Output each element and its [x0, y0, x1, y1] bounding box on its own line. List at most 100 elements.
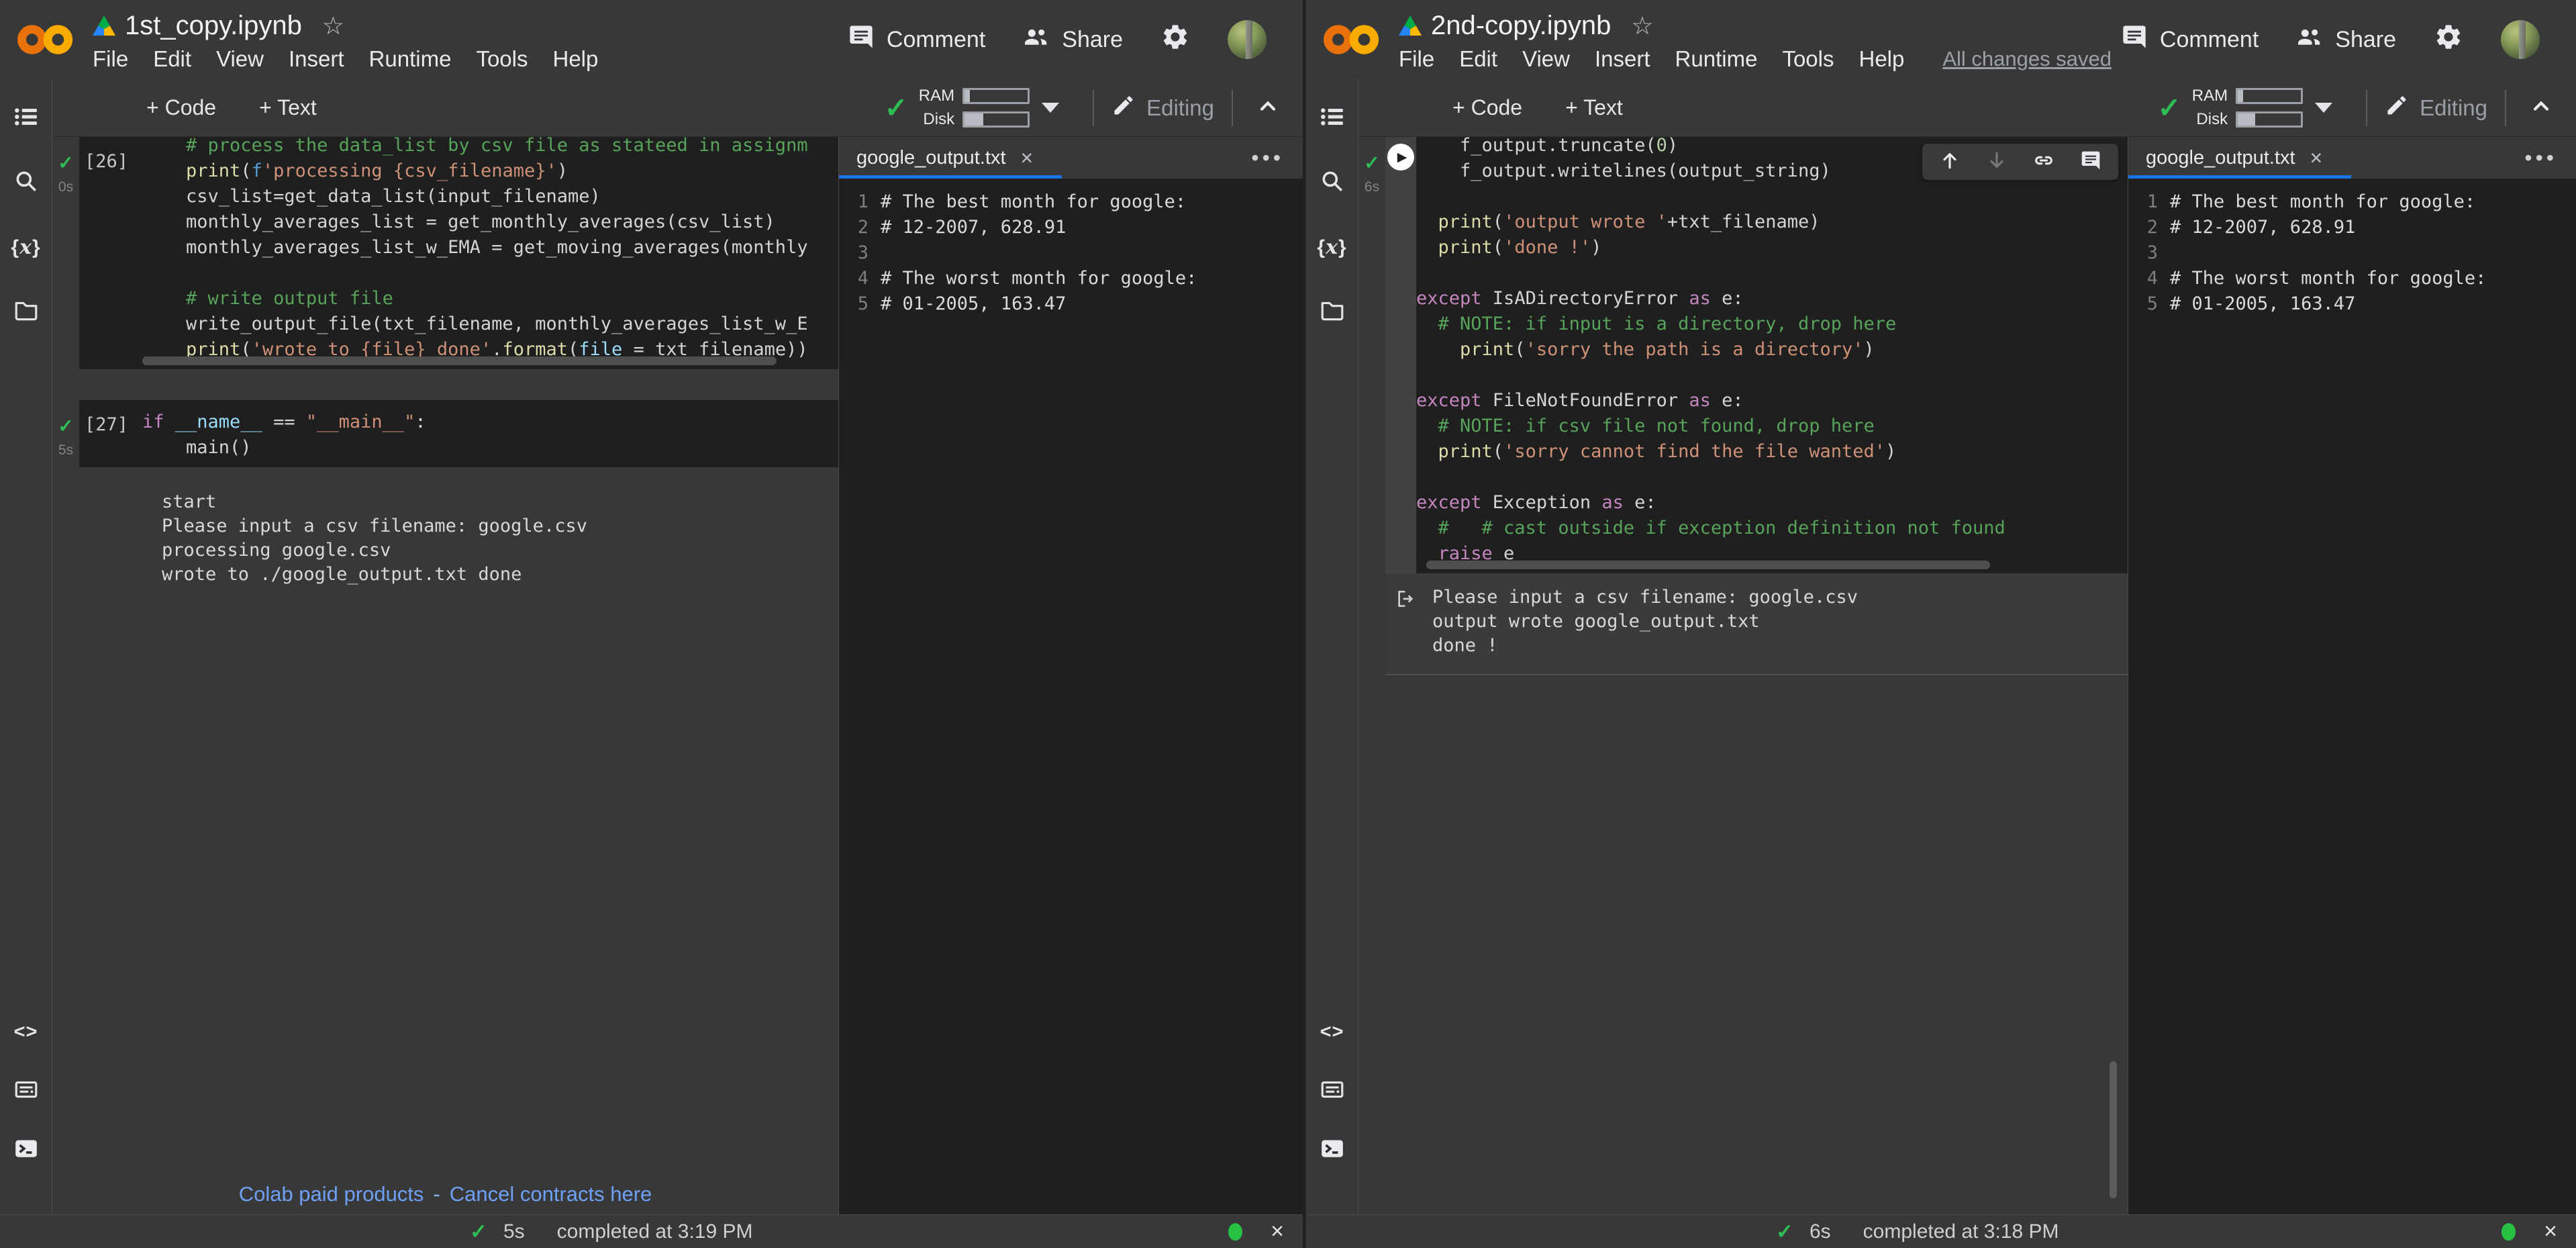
avatar[interactable]	[1228, 20, 1267, 59]
terminal-button[interactable]	[11, 1135, 41, 1165]
star-icon[interactable]: ☆	[322, 11, 344, 40]
menu-item-edit[interactable]: Edit	[153, 46, 191, 72]
notebook-scroll-area[interactable]: ✓0s[26] # process the data_list by csv f…	[52, 137, 838, 1214]
move-cell-down-button[interactable]	[1985, 150, 2008, 173]
editing-mode-button[interactable]: Editing	[2385, 93, 2487, 123]
panel-tab-close-icon[interactable]: ×	[1021, 146, 1034, 171]
variables-button[interactable]: {x}	[1318, 232, 1347, 262]
avatar[interactable]	[2501, 20, 2540, 59]
menu-item-insert[interactable]: Insert	[289, 46, 344, 72]
menu-item-view[interactable]: View	[1522, 46, 1570, 72]
line-number: 5	[2138, 291, 2158, 317]
add-text-button[interactable]: + Text	[1565, 95, 1623, 120]
copy-cell-link-button[interactable]	[2032, 150, 2055, 173]
code-line: # NOTE: if csv file not found, drop here	[1416, 414, 2128, 439]
saved-status[interactable]: All changes saved	[1942, 47, 2112, 71]
variables-button[interactable]: {x}	[11, 232, 41, 262]
resources-dropdown-caret[interactable]	[2315, 103, 2332, 113]
editing-mode-button[interactable]: Editing	[1111, 93, 1214, 123]
comment-button[interactable]: Comment	[848, 23, 985, 56]
cell-run-indicator[interactable]: ✓0s	[52, 137, 79, 369]
code-snippets-button[interactable]: <>	[1318, 1017, 1347, 1047]
cell-editor[interactable]: f_output.truncate(0) f_output.writelines…	[1416, 137, 2128, 573]
code-cell[interactable]: ▶ f_output.truncate(0) f_output.writelin…	[1385, 137, 2128, 573]
command-palette-icon	[13, 1077, 39, 1106]
file-content-editor[interactable]: 1# The best month for google:2# 12-2007,…	[2128, 179, 2576, 1214]
cancel-contracts-link[interactable]: Cancel contracts here	[450, 1182, 652, 1206]
file-content-editor[interactable]: 1# The best month for google:2# 12-2007,…	[839, 179, 1303, 1214]
files-button[interactable]	[11, 297, 41, 326]
notebook-footer: Colab paid products-Cancel contracts her…	[52, 1182, 838, 1206]
add-text-button[interactable]: + Text	[259, 95, 317, 120]
resources-button[interactable]: RAMDisk	[2192, 87, 2303, 129]
disk-meter-fill	[964, 113, 983, 126]
code-cell[interactable]: [27]if __name__ == "__main__": main()	[79, 400, 838, 467]
colab-logo-icon[interactable]	[15, 19, 77, 60]
colab-paid-products-link[interactable]: Colab paid products	[239, 1182, 424, 1206]
gear-icon	[2434, 22, 2463, 58]
editing-label: Editing	[1146, 95, 1214, 121]
comment-button[interactable]: Comment	[2121, 23, 2259, 56]
menu-item-file[interactable]: File	[93, 46, 128, 72]
line-text: # The best month for google:	[2170, 189, 2475, 215]
resources-button[interactable]: RAMDisk	[919, 87, 1030, 129]
share-button[interactable]: Share	[2296, 23, 2396, 56]
move-cell-up-button[interactable]	[1938, 150, 1961, 173]
cell-comment-button[interactable]	[2079, 150, 2102, 173]
menu-item-tools[interactable]: Tools	[1782, 46, 1834, 72]
colab-logo-icon[interactable]	[1321, 19, 1383, 60]
collapse-header-button[interactable]	[1256, 94, 1280, 122]
collapse-header-button[interactable]	[2529, 94, 2553, 122]
cell-editor[interactable]: if __name__ == "__main__": main()	[142, 400, 838, 467]
panel-tab[interactable]: google_output.txt×	[856, 146, 1033, 171]
cell-editor[interactable]: # process the data_list by csv file as s…	[142, 137, 838, 369]
table-of-contents-button[interactable]	[1318, 103, 1347, 133]
code-line: print('output wrote '+txt_filename)	[1416, 209, 2128, 235]
vertical-scrollbar-thumb[interactable]	[2110, 1061, 2117, 1198]
star-icon[interactable]: ☆	[1631, 11, 1653, 40]
status-close-button[interactable]: ×	[2544, 1218, 2557, 1245]
terminal-button[interactable]	[1318, 1135, 1347, 1165]
menu-item-file[interactable]: File	[1399, 46, 1434, 72]
settings-button[interactable]	[1160, 22, 1190, 58]
menu-item-insert[interactable]: Insert	[1595, 46, 1650, 72]
notebook-title[interactable]: 1st_copy.ipynb	[125, 11, 302, 41]
find-replace-button[interactable]	[1318, 168, 1347, 197]
settings-button[interactable]	[2434, 22, 2463, 58]
code-snippets-button[interactable]: <>	[11, 1017, 41, 1047]
horizontal-scrollbar-thumb[interactable]	[1426, 561, 1990, 569]
horizontal-scrollbar-thumb[interactable]	[142, 356, 777, 365]
notebook-title[interactable]: 2nd-copy.ipynb	[1431, 11, 1611, 41]
code-cell[interactable]: [26] # process the data_list by csv file…	[79, 137, 838, 369]
share-button[interactable]: Share	[1023, 23, 1123, 56]
table-of-contents-button[interactable]	[11, 103, 41, 133]
run-cell-button[interactable]: ▶	[1387, 144, 1414, 171]
menu-item-help[interactable]: Help	[1859, 46, 1904, 72]
cell-run-indicator[interactable]: ✓6s	[1358, 137, 1385, 573]
code-line	[1416, 184, 2128, 209]
menu-item-help[interactable]: Help	[552, 46, 598, 72]
menu-item-tools[interactable]: Tools	[476, 46, 528, 72]
cell-run-indicator[interactable]: ✓5s	[52, 400, 79, 467]
panel-tab-close-icon[interactable]: ×	[2310, 146, 2323, 171]
footer-link-separator: -	[433, 1182, 440, 1206]
menu-item-runtime[interactable]: Runtime	[369, 46, 452, 72]
file-line: 4# The worst month for google:	[848, 266, 1303, 291]
resources-dropdown-caret[interactable]	[1042, 103, 1059, 113]
find-replace-button[interactable]	[11, 168, 41, 197]
panel-tab[interactable]: google_output.txt×	[2146, 146, 2322, 171]
command-palette-button[interactable]	[1318, 1076, 1347, 1106]
status-close-button[interactable]: ×	[1271, 1218, 1284, 1245]
menu-item-runtime[interactable]: Runtime	[1675, 46, 1758, 72]
cell-exec-time: 5s	[58, 442, 73, 459]
add-code-button[interactable]: + Code	[1452, 95, 1522, 120]
notebook-scroll-area[interactable]: ✓6s▶ f_output.truncate(0) f_output.write…	[1358, 137, 2128, 1214]
menu-item-view[interactable]: View	[216, 46, 264, 72]
panel-more-button[interactable]: •••	[1251, 146, 1303, 171]
menu-item-edit[interactable]: Edit	[1459, 46, 1497, 72]
command-palette-button[interactable]	[11, 1076, 41, 1106]
add-code-button[interactable]: + Code	[146, 95, 216, 120]
panel-more-button[interactable]: •••	[2524, 146, 2576, 171]
files-button[interactable]	[1318, 297, 1347, 326]
share-icon	[2296, 23, 2323, 56]
